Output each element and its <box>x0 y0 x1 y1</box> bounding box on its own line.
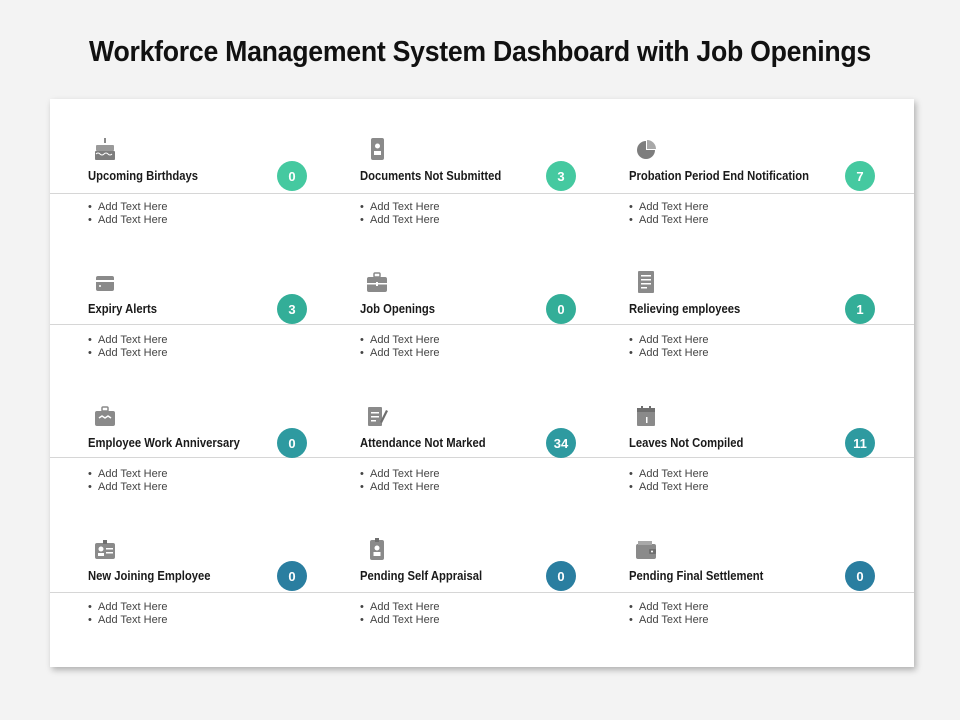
card-label: Employee Work Anniversary <box>88 436 240 450</box>
count-badge: 0 <box>546 294 576 324</box>
list-item: Add Text Here <box>88 214 168 227</box>
count-badge: 0 <box>277 561 307 591</box>
wallet-icon <box>94 270 116 294</box>
list-item: Add Text Here <box>88 481 168 494</box>
count-badge: 3 <box>546 161 576 191</box>
list-document-icon <box>635 270 657 294</box>
bullet-list: Add Text Here Add Text Here <box>360 334 440 360</box>
card-label: Job Openings <box>360 302 436 316</box>
count-badge: 0 <box>845 561 875 591</box>
bullet-list: Add Text Here Add Text Here <box>360 601 440 627</box>
card-documents-not-submitted[interactable]: Documents Not Submitted 3 Add Text Here … <box>360 137 610 257</box>
list-item: Add Text Here <box>360 481 440 494</box>
list-item: Add Text Here <box>88 334 168 347</box>
card-label: Pending Self Appraisal <box>360 569 483 583</box>
card-employee-work-anniversary[interactable]: Employee Work Anniversary 0 Add Text Her… <box>88 404 338 524</box>
bullet-list: Add Text Here Add Text Here <box>360 468 440 494</box>
list-item: Add Text Here <box>629 334 709 347</box>
card-label: Leaves Not Compiled <box>629 436 744 450</box>
card-pending-self-appraisal[interactable]: Pending Self Appraisal 0 Add Text Here A… <box>360 537 610 657</box>
list-item: Add Text Here <box>88 601 168 614</box>
list-item: Add Text Here <box>629 481 709 494</box>
bullet-list: Add Text Here Add Text Here <box>629 201 709 227</box>
dashboard-panel: Upcoming Birthdays 0 Add Text Here Add T… <box>50 99 914 667</box>
card-pending-final-settlement[interactable]: Pending Final Settlement 0 Add Text Here… <box>629 537 879 657</box>
count-badge: 3 <box>277 294 307 324</box>
list-item: Add Text Here <box>360 614 440 627</box>
bullet-list: Add Text Here Add Text Here <box>629 601 709 627</box>
bullet-list: Add Text Here Add Text Here <box>88 468 168 494</box>
card-probation-period-end-notification[interactable]: Probation Period End Notification 7 Add … <box>629 137 879 257</box>
id-badge-icon <box>366 537 388 561</box>
list-item: Add Text Here <box>360 468 440 481</box>
bullet-list: Add Text Here Add Text Here <box>88 334 168 360</box>
count-badge: 11 <box>845 428 875 458</box>
count-badge: 1 <box>845 294 875 324</box>
list-item: Add Text Here <box>360 347 440 360</box>
list-item: Add Text Here <box>629 201 709 214</box>
card-label: New Joining Employee <box>88 569 211 583</box>
list-item: Add Text Here <box>360 214 440 227</box>
document-icon <box>366 137 388 161</box>
list-item: Add Text Here <box>88 347 168 360</box>
card-job-openings[interactable]: Job Openings 0 Add Text Here Add Text He… <box>360 270 610 390</box>
bullet-list: Add Text Here Add Text Here <box>629 468 709 494</box>
cash-wallet-icon <box>635 537 657 561</box>
list-item: Add Text Here <box>629 347 709 360</box>
count-badge: 0 <box>277 428 307 458</box>
list-item: Add Text Here <box>629 468 709 481</box>
card-leaves-not-compiled[interactable]: Leaves Not Compiled 11 Add Text Here Add… <box>629 404 879 524</box>
card-new-joining-employee[interactable]: New Joining Employee 0 Add Text Here Add… <box>88 537 338 657</box>
card-attendance-not-marked[interactable]: Attendance Not Marked 34 Add Text Here A… <box>360 404 610 524</box>
count-badge: 34 <box>546 428 576 458</box>
list-item: Add Text Here <box>88 468 168 481</box>
list-item: Add Text Here <box>88 614 168 627</box>
card-relieving-employees[interactable]: Relieving employees 1 Add Text Here Add … <box>629 270 879 390</box>
list-item: Add Text Here <box>88 201 168 214</box>
page-title: Workforce Management System Dashboard wi… <box>89 36 871 68</box>
count-badge: 0 <box>546 561 576 591</box>
count-badge: 0 <box>277 161 307 191</box>
list-item: Add Text Here <box>360 201 440 214</box>
checklist-pen-icon <box>366 404 388 428</box>
card-label: Pending Final Settlement <box>629 569 764 583</box>
handshake-briefcase-icon <box>94 404 116 428</box>
count-badge: 7 <box>845 161 875 191</box>
card-expiry-alerts[interactable]: Expiry Alerts 3 Add Text Here Add Text H… <box>88 270 338 390</box>
card-label: Upcoming Birthdays <box>88 169 199 183</box>
bullet-list: Add Text Here Add Text Here <box>629 334 709 360</box>
list-item: Add Text Here <box>360 334 440 347</box>
briefcase-icon <box>366 270 388 294</box>
card-upcoming-birthdays[interactable]: Upcoming Birthdays 0 Add Text Here Add T… <box>88 137 338 257</box>
pie-chart-icon <box>635 137 657 161</box>
card-label: Documents Not Submitted <box>360 169 502 183</box>
card-label: Relieving employees <box>629 302 741 316</box>
bullet-list: Add Text Here Add Text Here <box>360 201 440 227</box>
calendar-icon <box>635 404 657 428</box>
card-label: Attendance Not Marked <box>360 436 486 450</box>
bullet-list: Add Text Here Add Text Here <box>88 601 168 627</box>
list-item: Add Text Here <box>629 614 709 627</box>
id-card-icon <box>94 537 116 561</box>
list-item: Add Text Here <box>629 601 709 614</box>
birthday-cake-icon <box>94 137 116 161</box>
card-label: Expiry Alerts <box>88 302 157 316</box>
bullet-list: Add Text Here Add Text Here <box>88 201 168 227</box>
card-label: Probation Period End Notification <box>629 169 809 183</box>
list-item: Add Text Here <box>360 601 440 614</box>
list-item: Add Text Here <box>629 214 709 227</box>
